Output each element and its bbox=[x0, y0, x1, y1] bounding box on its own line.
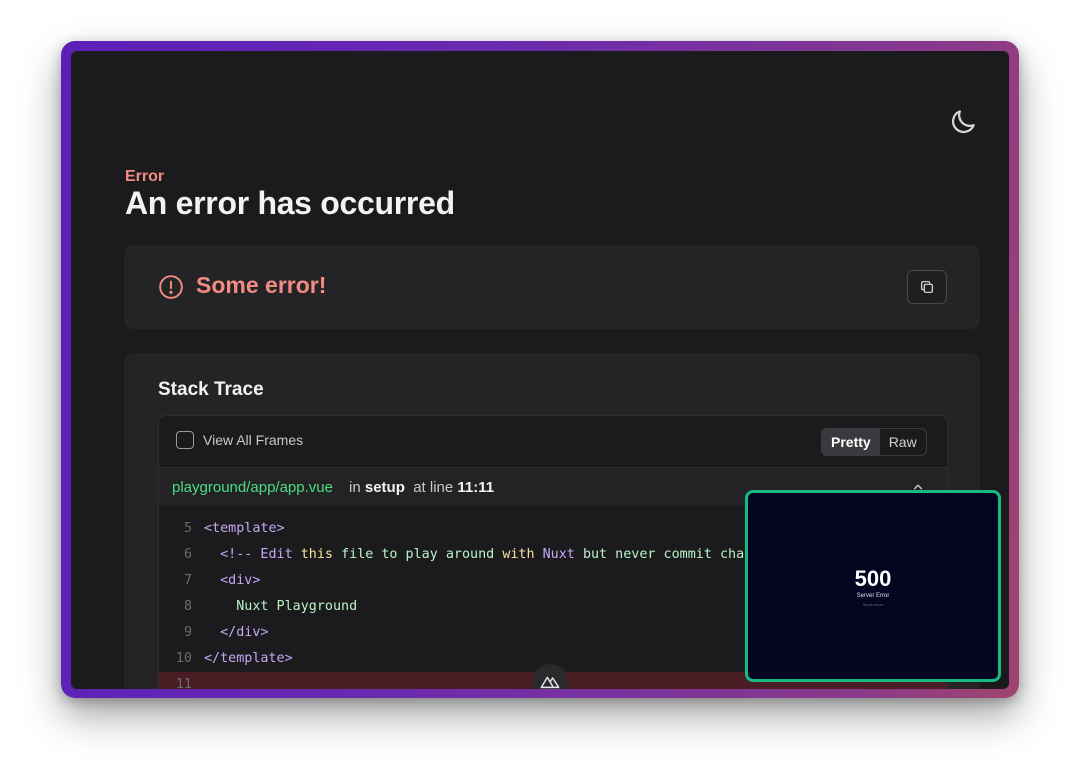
line-number: 5 bbox=[183, 521, 192, 536]
line-number: 6 bbox=[183, 547, 192, 562]
preview-sub-text: Some error! bbox=[862, 602, 884, 607]
copy-icon bbox=[921, 281, 933, 293]
code-text: <template> bbox=[204, 521, 285, 536]
frame-file-path[interactable]: playground/app/app.vue bbox=[172, 479, 333, 496]
copy-button[interactable] bbox=[907, 270, 947, 304]
line-number: 7 bbox=[183, 573, 192, 588]
code-text: </template> bbox=[204, 651, 293, 666]
code-text: <!-- Edit this file to play around with … bbox=[204, 547, 777, 562]
code-text: </div> bbox=[204, 625, 269, 640]
frame-at-text: at line bbox=[413, 479, 454, 496]
frame-in-text: in bbox=[349, 479, 361, 496]
view-mode-toggle: Pretty Raw bbox=[821, 428, 927, 456]
line-number: 9 bbox=[183, 625, 192, 640]
line-number: 8 bbox=[183, 599, 192, 614]
error-label: Error bbox=[125, 168, 165, 185]
code-text: Nuxt Playground bbox=[204, 599, 358, 614]
view-all-frames-label[interactable]: View All Frames bbox=[203, 432, 303, 448]
pretty-mode-button[interactable]: Pretty bbox=[822, 429, 880, 455]
raw-mode-button[interactable]: Raw bbox=[880, 429, 926, 455]
preview-status-code: 500 bbox=[854, 566, 892, 591]
frame-location: in setup at line 11:11 bbox=[349, 479, 494, 496]
alert-circle-icon bbox=[159, 275, 183, 299]
view-all-frames-checkbox[interactable] bbox=[176, 431, 194, 449]
page-title: An error has occurred bbox=[125, 185, 455, 221]
frame-line: 11:11 bbox=[457, 479, 495, 496]
code-text: <div> bbox=[204, 573, 261, 588]
line-number: 10 bbox=[175, 651, 192, 666]
frame-function: setup bbox=[364, 479, 405, 496]
line-number: 11 bbox=[175, 677, 192, 689]
error-preview-thumbnail[interactable]: 500 Server Error Some error! bbox=[745, 490, 1001, 682]
frames-toolbar: View All Frames Pretty Raw bbox=[159, 416, 947, 468]
preview-status-text: Server Error bbox=[856, 593, 890, 599]
error-message-card: Some error! bbox=[124, 245, 980, 329]
nuxt-logo-icon bbox=[540, 676, 560, 689]
stack-trace-title: Stack Trace bbox=[158, 379, 264, 400]
moon-icon[interactable] bbox=[948, 107, 978, 137]
error-message: Some error! bbox=[196, 272, 327, 298]
